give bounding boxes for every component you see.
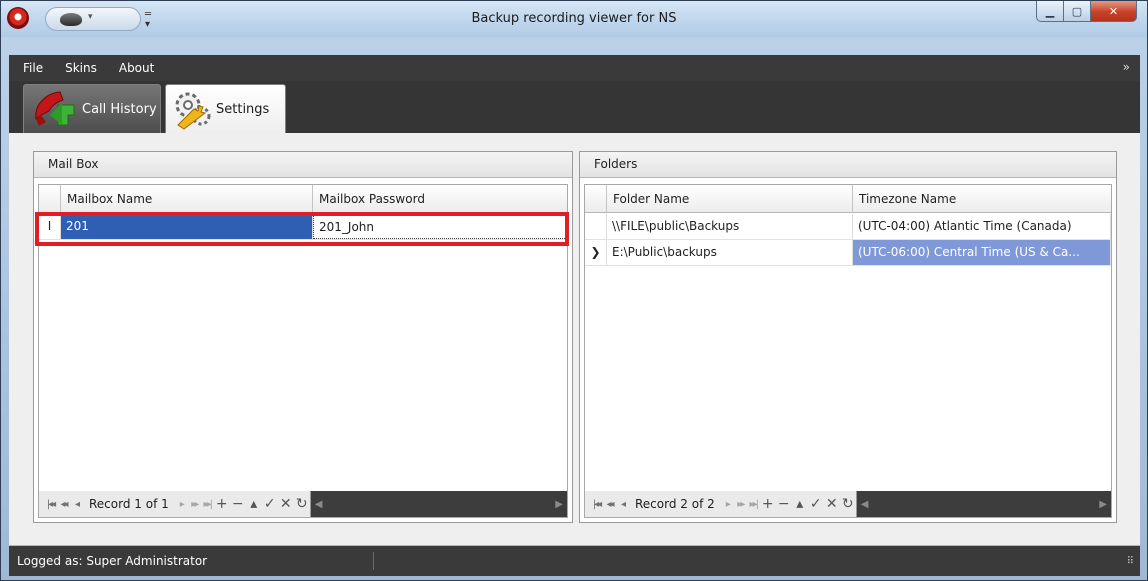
status-bar: Logged as: Super Administrator ⠿ <box>9 546 1140 576</box>
folders-panel-title: Folders <box>580 152 1116 178</box>
column-header-mailbox-name[interactable]: Mailbox Name <box>61 185 313 212</box>
delete-icon[interactable]: − <box>230 496 246 512</box>
mailbox-grid-header: Mailbox Name Mailbox Password <box>39 185 567 213</box>
record-counter: Record 1 of 1 <box>89 497 169 511</box>
current-row-arrow-icon: ❯ <box>585 240 607 265</box>
title-bar: ▾ ═ ▾ Backup recording viewer for NS ▁ ▢ … <box>1 1 1147 37</box>
double-chevron-down-icon[interactable]: » <box>1123 60 1130 74</box>
scroll-left-icon[interactable]: ◀ <box>315 499 323 510</box>
cell-timezone-name[interactable]: (UTC-04:00) Atlantic Time (Canada) <box>853 214 1111 239</box>
column-header-mailbox-password[interactable]: Mailbox Password <box>313 185 567 212</box>
row-indicator-header <box>585 185 607 212</box>
table-row[interactable]: \\FILE\public\Backups (UTC-04:00) Atlant… <box>585 214 1111 240</box>
resize-grip-icon[interactable]: ⠿ <box>1127 556 1134 567</box>
horizontal-scrollbar[interactable]: ◀ ▶ <box>856 491 1111 517</box>
menu-file[interactable]: File <box>23 61 43 75</box>
refresh-icon[interactable]: ↻ <box>840 496 856 512</box>
delete-icon[interactable]: − <box>776 496 792 512</box>
first-record-icon[interactable]: |◂◂ <box>590 499 603 510</box>
folders-navigator: |◂◂ ◂◂ ◂ Record 2 of 2 ▸ ▸▸ ▸▸| + − ▴ ✓ … <box>585 491 1111 517</box>
tab-call-history[interactable]: Call History <box>23 84 161 134</box>
folders-grid-header: Folder Name Timezone Name <box>585 185 1111 213</box>
append-icon[interactable]: + <box>760 496 776 512</box>
previous-record-icon[interactable]: ◂ <box>70 499 83 510</box>
mailbox-panel-title: Mail Box <box>34 152 572 178</box>
first-record-icon[interactable]: |◂◂ <box>44 499 57 510</box>
scroll-left-icon[interactable]: ◀ <box>861 499 869 510</box>
last-record-icon[interactable]: ▸▸| <box>747 499 760 510</box>
refresh-icon[interactable]: ↻ <box>294 496 310 512</box>
cancel-edit-icon[interactable]: ✕ <box>824 496 840 512</box>
column-header-folder-name[interactable]: Folder Name <box>607 185 853 212</box>
cancel-edit-icon[interactable]: ✕ <box>278 496 294 512</box>
table-row[interactable]: ❯ E:\Public\backups (UTC-06:00) Central … <box>585 240 1111 266</box>
highlight-box <box>35 212 569 246</box>
minimize-button[interactable]: ▁ <box>1036 1 1064 22</box>
folders-panel: Folders Folder Name Timezone Name \\FILE… <box>579 151 1117 523</box>
last-record-icon[interactable]: ▸▸| <box>201 499 214 510</box>
navigator-buttons: |◂◂ ◂◂ ◂ Record 1 of 1 ▸ ▸▸ ▸▸| + − ▴ ✓ … <box>39 491 311 517</box>
menu-skins[interactable]: Skins <box>65 61 97 75</box>
menu-about[interactable]: About <box>119 61 154 75</box>
mailbox-navigator: |◂◂ ◂◂ ◂ Record 1 of 1 ▸ ▸▸ ▸▸| + − ▴ ✓ … <box>39 491 567 517</box>
next-record-icon[interactable]: ▸ <box>175 499 188 510</box>
tab-settings-label: Settings <box>216 102 270 117</box>
column-header-timezone-name[interactable]: Timezone Name <box>853 185 1111 212</box>
scroll-right-icon[interactable]: ▶ <box>1099 499 1107 510</box>
caption-buttons: ▁ ▢ ✕ <box>1036 1 1137 23</box>
status-text: Logged as: Super Administrator <box>17 554 208 568</box>
previous-page-icon[interactable]: ◂◂ <box>57 499 70 510</box>
tab-settings[interactable]: Settings <box>165 84 286 134</box>
menu-bar: File Skins About » <box>9 55 1140 81</box>
cell-folder-name[interactable]: E:\Public\backups <box>607 240 853 265</box>
scroll-right-icon[interactable]: ▶ <box>555 499 563 510</box>
maximize-button[interactable]: ▢ <box>1064 1 1091 22</box>
previous-record-icon[interactable]: ◂ <box>616 499 629 510</box>
post-edit-icon[interactable]: ✓ <box>262 496 278 512</box>
post-edit-icon[interactable]: ✓ <box>808 496 824 512</box>
cell-timezone-name[interactable]: (UTC-06:00) Central Time (US & Ca... <box>853 240 1111 265</box>
folders-grid: Folder Name Timezone Name \\FILE\public\… <box>584 184 1112 518</box>
previous-page-icon[interactable]: ◂◂ <box>603 499 616 510</box>
mailbox-panel: Mail Box Mailbox Name Mailbox Password I… <box>33 151 573 523</box>
cell-folder-name[interactable]: \\FILE\public\Backups <box>607 214 853 239</box>
record-counter: Record 2 of 2 <box>635 497 715 511</box>
next-page-icon[interactable]: ▸▸ <box>734 499 747 510</box>
edit-icon[interactable]: ▴ <box>246 496 262 512</box>
row-indicator-header <box>39 185 61 212</box>
gears-wrench-icon <box>175 92 211 130</box>
tab-call-history-label: Call History <box>82 102 157 117</box>
close-button[interactable]: ✕ <box>1091 1 1137 22</box>
phone-call-icon <box>35 90 75 126</box>
edit-icon[interactable]: ▴ <box>792 496 808 512</box>
next-page-icon[interactable]: ▸▸ <box>188 499 201 510</box>
app-window: ▾ ═ ▾ Backup recording viewer for NS ▁ ▢ … <box>0 0 1148 581</box>
append-icon[interactable]: + <box>214 496 230 512</box>
window-title: Backup recording viewer for NS <box>471 11 677 26</box>
horizontal-scrollbar[interactable]: ◀ ▶ <box>310 491 567 517</box>
next-record-icon[interactable]: ▸ <box>721 499 734 510</box>
row-indicator <box>585 214 607 239</box>
status-separator <box>373 552 374 570</box>
navigator-buttons: |◂◂ ◂◂ ◂ Record 2 of 2 ▸ ▸▸ ▸▸| + − ▴ ✓ … <box>585 491 857 517</box>
